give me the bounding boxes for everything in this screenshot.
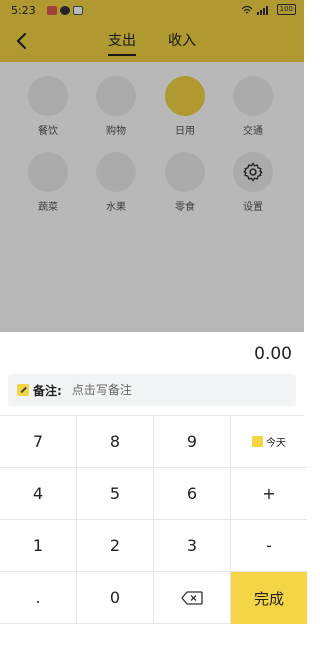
key-dot[interactable]: .: [0, 572, 77, 624]
note-label: 备注:: [33, 383, 62, 398]
key-3[interactable]: 3: [154, 520, 231, 572]
calendar-icon: [252, 436, 263, 447]
today-button[interactable]: 今天: [231, 416, 307, 468]
keypad: 7 8 9 今天 4 5 6 + 1 2 3 - . 0 完成: [0, 415, 307, 659]
key-plus[interactable]: +: [231, 468, 307, 520]
done-button[interactable]: 完成: [231, 572, 307, 624]
key-7[interactable]: 7: [0, 416, 77, 468]
key-2[interactable]: 2: [77, 520, 154, 572]
amount-display: 0.00: [254, 344, 292, 364]
modal-overlay[interactable]: [0, 0, 304, 332]
note-field[interactable]: 备注:: [8, 374, 296, 406]
today-label: 今天: [266, 438, 286, 449]
key-1[interactable]: 1: [0, 520, 77, 572]
backspace-button[interactable]: [154, 572, 231, 624]
key-9[interactable]: 9: [154, 416, 231, 468]
note-edit-icon: [17, 384, 29, 396]
key-4[interactable]: 4: [0, 468, 77, 520]
key-5[interactable]: 5: [77, 468, 154, 520]
entry-sheet: 0.00 备注: 7 8 9 今天 4 5 6 + 1 2 3 - . 0: [0, 332, 307, 659]
key-6[interactable]: 6: [154, 468, 231, 520]
key-0[interactable]: 0: [77, 572, 154, 624]
note-input[interactable]: [71, 383, 252, 397]
key-minus[interactable]: -: [231, 520, 307, 572]
backspace-icon: [181, 590, 203, 605]
key-8[interactable]: 8: [77, 416, 154, 468]
